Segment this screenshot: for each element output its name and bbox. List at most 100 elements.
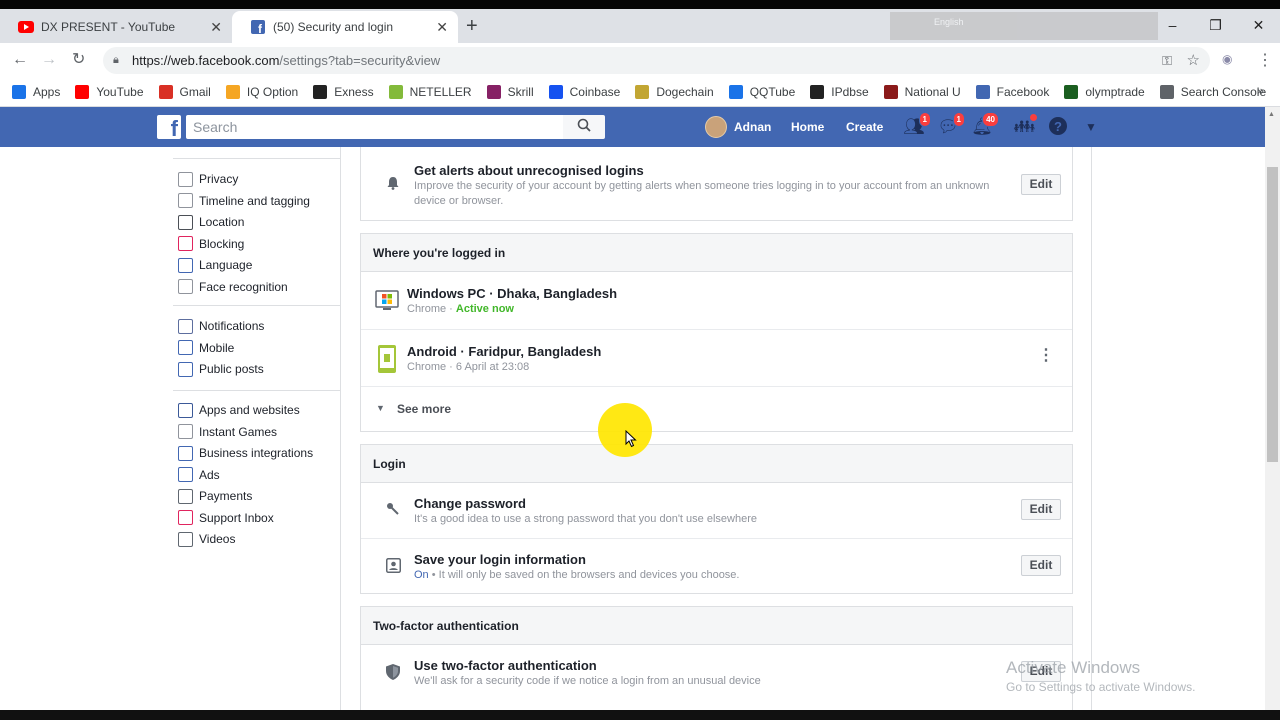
bookmark-search-console[interactable]: Search Console: [1159, 84, 1266, 99]
sidebar-item-location[interactable]: Location: [178, 213, 244, 231]
sidebar-item-notifications[interactable]: Notifications: [178, 317, 264, 335]
more-options-icon[interactable]: ⋮: [1038, 347, 1054, 365]
bookmark-neteller[interactable]: NETELLER: [388, 84, 472, 99]
save-login-edit-button[interactable]: Edit: [1021, 555, 1061, 576]
bookmark-apps[interactable]: Apps: [12, 84, 60, 99]
watermark-line2: Go to Settings to activate Windows.: [1006, 680, 1196, 694]
browser-menu-icon[interactable]: ⋮: [1257, 50, 1273, 70]
bookmark-ipdbse[interactable]: IPdbse: [810, 84, 869, 99]
sidebar-item-label: Support Inbox: [199, 510, 274, 525]
key-icon[interactable]: ⚿: [1162, 47, 1172, 74]
screen: DX PRESENT - YouTube ✕ f (50) Security a…: [0, 0, 1280, 720]
sidebar-item-label: Apps and websites: [199, 403, 300, 417]
bookmark-gmail[interactable]: Gmail: [158, 84, 211, 99]
olymptrade-icon: [1064, 84, 1079, 99]
close-tab-icon[interactable]: ✕: [210, 19, 222, 35]
apps-grid-icon: [12, 84, 26, 99]
minimize-icon[interactable]: –: [1151, 11, 1194, 39]
language-bar: English: [890, 12, 1158, 40]
close-tab-icon[interactable]: ✕: [436, 19, 448, 35]
bookmark-youtube[interactable]: YouTube: [75, 84, 144, 99]
maximize-icon[interactable]: ❐: [1194, 11, 1237, 39]
reload-icon[interactable]: ↻: [72, 51, 85, 69]
tab-security-and-login[interactable]: f (50) Security and login ✕: [232, 11, 458, 43]
save-login-row[interactable]: Save your login information On • It will…: [361, 538, 1072, 593]
bell-icon: [386, 176, 400, 193]
device-row[interactable]: Windows PC · Dhaka, Bangladesh Chrome · …: [361, 272, 1072, 329]
notifications-bell-icon[interactable]: 🔔︎ 40: [971, 112, 999, 138]
change-password-row[interactable]: Change password It's a good idea to use …: [361, 483, 1072, 538]
groups-icon[interactable]: 👪︎: [1013, 113, 1038, 138]
sidebar-item-mobile[interactable]: Mobile: [178, 339, 234, 357]
sidebar-item-ads[interactable]: Ads: [178, 466, 220, 484]
device-row[interactable]: Android · Faridpur, Bangladesh Chrome · …: [361, 329, 1072, 386]
apps-websites-icon: [178, 402, 193, 418]
friend-requests-badge: 1: [918, 112, 931, 127]
nav-home[interactable]: Home: [791, 107, 824, 147]
alerts-edit-button[interactable]: Edit: [1021, 174, 1061, 195]
sidebar-item-blocking[interactable]: Blocking: [178, 235, 244, 253]
sidebar-item-language[interactable]: Language: [178, 256, 252, 274]
scroll-up-arrow-icon[interactable]: ▲: [1268, 111, 1275, 118]
change-password-edit-button[interactable]: Edit: [1021, 499, 1061, 520]
bookmark-iq-option[interactable]: IQ Option: [225, 84, 298, 99]
bookmark-national-u[interactable]: National U: [883, 84, 961, 99]
sidebar-item-label: Timeline and tagging: [199, 193, 310, 208]
sidebar-item-support-inbox[interactable]: Support Inbox: [178, 509, 274, 527]
page-scrollbar[interactable]: ▲: [1265, 107, 1280, 720]
bookmark-exness[interactable]: Exness: [313, 84, 374, 99]
sidebar-item-instant-games[interactable]: Instant Games: [178, 423, 277, 441]
search-icon[interactable]: [563, 115, 605, 139]
bookmark-qqtube[interactable]: QQTube: [728, 84, 795, 99]
close-window-icon[interactable]: ✕: [1237, 11, 1280, 39]
bookmark-skrill[interactable]: Skrill: [486, 84, 534, 99]
sidebar-item-privacy[interactable]: Privacy: [178, 170, 238, 188]
see-more-link[interactable]: See more: [397, 402, 451, 416]
sidebar-item-label: Face recognition: [199, 279, 288, 294]
sidebar-item-label: Privacy: [199, 172, 239, 186]
bookmark-olymptrade[interactable]: olymptrade: [1064, 84, 1145, 99]
nav-create[interactable]: Create: [846, 107, 883, 147]
sidebar-item-payments[interactable]: Payments: [178, 487, 252, 505]
sidebar-item-business-integrations[interactable]: Business integrations: [178, 444, 313, 462]
back-arrow-icon[interactable]: ←: [12, 51, 28, 69]
sidebar-item-videos[interactable]: Videos: [178, 530, 235, 548]
messenger-icon[interactable]: 💬︎ 1: [937, 112, 965, 138]
bookmark-facebook[interactable]: Facebook: [975, 84, 1049, 99]
bookmark-star-icon[interactable]: ☆: [1187, 47, 1200, 74]
see-more-row[interactable]: ▼ See more: [361, 386, 1072, 431]
dogechain-icon: [635, 84, 650, 99]
address-bar[interactable]: 🔒︎ https://web.facebook.com/settings?tab…: [103, 47, 1210, 74]
sidebar-item-label: Location: [199, 215, 245, 229]
help-icon[interactable]: ?: [1047, 116, 1069, 138]
language-icon: [178, 257, 193, 273]
forward-arrow-icon[interactable]: →: [41, 51, 57, 69]
bookmark-dogechain[interactable]: Dogechain: [635, 84, 714, 99]
windows-activation-watermark: Activate Windows Go to Settings to activ…: [1006, 657, 1195, 696]
change-password-title: Change password: [414, 496, 526, 511]
save-login-status: On: [414, 569, 429, 581]
fb-search-input[interactable]: Search: [186, 115, 564, 139]
new-tab-button[interactable]: +: [466, 16, 478, 36]
bookmark-coinbase[interactable]: Coinbase: [548, 84, 620, 99]
facebook-logo[interactable]: f: [157, 115, 181, 139]
sidebar-item-apps-and-websites[interactable]: Apps and websites: [178, 401, 300, 419]
two-factor-row[interactable]: Use two-factor authentication We'll ask …: [361, 645, 1072, 705]
scrollbar-thumb[interactable]: [1267, 167, 1278, 462]
sidebar-item-face-recognition[interactable]: Face recognition: [178, 278, 288, 296]
location-icon: [178, 214, 193, 230]
bookmarks-overflow-icon[interactable]: »: [1257, 83, 1264, 98]
extension-icon[interactable]: ◉: [1222, 52, 1232, 66]
profile-link[interactable]: Adnan: [705, 116, 771, 138]
sidebar-item-public-posts[interactable]: Public posts: [178, 360, 264, 378]
android-phone-icon: [375, 345, 399, 373]
alerts-row: Get alerts about unrecognised logins Imp…: [361, 147, 1072, 221]
sidebar-item-timeline-and-tagging[interactable]: Timeline and tagging: [178, 192, 310, 210]
neteller-icon: [388, 84, 403, 99]
account-menu-chevron-icon[interactable]: ▼: [1080, 116, 1102, 138]
tab-youtube[interactable]: DX PRESENT - YouTube ✕: [0, 11, 232, 43]
bookmark-label: IPdbse: [831, 84, 869, 99]
two-factor-description: We'll ask for a security code if we noti…: [414, 675, 761, 687]
friend-requests-icon[interactable]: 👥︎ 1: [903, 112, 931, 138]
tab-title: (50) Security and login: [273, 20, 394, 34]
